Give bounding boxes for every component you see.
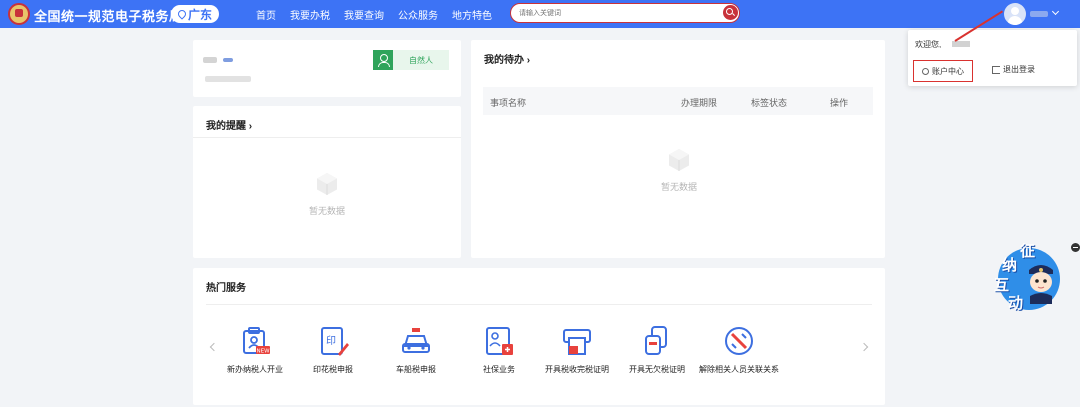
account-dropdown: 欢迎您, 账户中心 退出登录 xyxy=(908,30,1077,86)
service-stamp-tax[interactable]: 印 印花税申报 xyxy=(293,324,373,375)
empty-box-icon xyxy=(313,170,341,198)
site-title[interactable]: 全国统一规范电子税务局 xyxy=(34,6,183,25)
location-pin-icon xyxy=(176,8,188,20)
divider xyxy=(193,137,461,138)
welcome-text: 欢迎您, xyxy=(915,40,942,49)
top-header: 全国统一规范电子税务局 广东 首页 我要办税 我要查询 公众服务 地方特色 xyxy=(0,0,1080,28)
svg-text:印: 印 xyxy=(326,335,336,347)
no-arrears-icon xyxy=(640,324,674,358)
todo-empty: 暂无数据 xyxy=(659,146,699,193)
tax-certificate-icon xyxy=(560,324,594,358)
hot-services-panel: 热门服务 NEW 新办纳税人开业 印 印花税申报 车船税申报 社保业务 开具税收… xyxy=(193,268,885,405)
person-icon xyxy=(922,67,929,75)
region-label: 广东 xyxy=(187,7,212,22)
service-label: 印花税申报 xyxy=(313,365,353,374)
search-box xyxy=(510,3,740,23)
stamp-tax-icon: 印 xyxy=(316,324,350,358)
empty-box-icon xyxy=(665,146,693,174)
service-tax-certificate[interactable]: 开具税收完税证明 xyxy=(537,324,617,375)
col-action: 操作 xyxy=(830,98,849,108)
chevron-down-icon[interactable] xyxy=(1051,7,1060,16)
service-label: 新办纳税人开业 xyxy=(227,365,283,374)
search-icon[interactable] xyxy=(723,5,738,20)
person-icon xyxy=(373,50,393,70)
service-social-security[interactable]: 社保业务 xyxy=(459,324,539,375)
tax-bureau-logo[interactable] xyxy=(8,3,30,25)
hot-services-title: 热门服务 xyxy=(206,283,246,294)
service-label: 社保业务 xyxy=(483,365,515,374)
widget-char: 征 xyxy=(1020,243,1036,260)
account-center-button[interactable]: 账户中心 xyxy=(913,60,973,82)
nav-public-service[interactable]: 公众服务 xyxy=(398,7,438,22)
social-security-icon xyxy=(482,324,516,358)
officer-mascot-icon xyxy=(1026,260,1056,304)
account-center-label: 账户中心 xyxy=(932,66,964,76)
todo-table-header: 事项名称 办理期限 标签状态 操作 xyxy=(483,87,873,115)
widget-char: 动 xyxy=(1008,295,1024,312)
new-taxpayer-icon: NEW xyxy=(238,324,272,358)
logout-button[interactable]: 退出登录 xyxy=(992,64,1035,75)
widget-char: 互 xyxy=(994,277,1010,294)
widget-close-icon[interactable] xyxy=(1071,243,1080,252)
vehicle-tax-icon xyxy=(399,324,433,358)
service-no-arrears[interactable]: 开具无欠税证明 xyxy=(617,324,697,375)
empty-text: 暂无数据 xyxy=(660,182,697,192)
reminders-panel: 我的提醒 › 暂无数据 xyxy=(193,106,461,258)
taxpayer-type-badge[interactable]: 自然人 xyxy=(373,50,449,70)
service-label: 车船税申报 xyxy=(396,365,436,374)
todo-title[interactable]: 我的待办 › xyxy=(484,51,530,66)
service-vehicle-tax[interactable]: 车船税申报 xyxy=(376,324,456,375)
username-redacted[interactable] xyxy=(1030,11,1048,17)
service-label: 解除相关人员关联关系 xyxy=(699,365,779,374)
service-label: 开具无欠税证明 xyxy=(629,365,685,374)
col-item-name: 事项名称 xyxy=(490,98,527,108)
widget-char: 纳 xyxy=(1002,257,1018,274)
nav-query[interactable]: 我要查询 xyxy=(344,7,384,22)
reminders-empty: 暂无数据 xyxy=(307,170,347,217)
col-deadline: 办理期限 xyxy=(681,98,718,108)
taxpayer-type-label: 自然人 xyxy=(409,55,433,65)
svg-text:NEW: NEW xyxy=(256,349,270,355)
logout-icon xyxy=(992,65,1000,74)
nav-local-feature[interactable]: 地方特色 xyxy=(452,7,492,22)
user-avatar[interactable] xyxy=(1004,3,1026,25)
unlink-icon xyxy=(722,324,756,358)
main-nav: 首页 我要办税 我要查询 公众服务 地方特色 xyxy=(256,7,506,22)
region-selector[interactable]: 广东 xyxy=(171,5,219,23)
empty-text: 暂无数据 xyxy=(308,206,345,216)
service-unlink-relation[interactable]: 解除相关人员关联关系 xyxy=(699,324,779,375)
name-redacted xyxy=(203,57,217,63)
service-new-taxpayer[interactable]: NEW 新办纳税人开业 xyxy=(215,324,295,375)
verified-icon xyxy=(223,58,233,62)
search-input[interactable] xyxy=(519,7,709,19)
user-info-card: 自然人 xyxy=(193,40,461,97)
logout-label: 退出登录 xyxy=(1003,65,1035,74)
id-redacted xyxy=(205,76,251,82)
service-list: NEW 新办纳税人开业 印 印花税申报 车船税申报 社保业务 开具税收完税证明 … xyxy=(193,324,885,394)
reminders-title[interactable]: 我的提醒 › xyxy=(206,117,252,132)
nav-home[interactable]: 首页 xyxy=(256,7,276,22)
col-tag-status: 标签状态 xyxy=(751,98,788,108)
nav-do-tax[interactable]: 我要办税 xyxy=(290,7,330,22)
tax-interaction-widget[interactable]: 征 纳 互 动 xyxy=(990,238,1070,314)
todo-panel: 我的待办 › 事项名称 办理期限 标签状态 操作 暂无数据 xyxy=(471,40,885,258)
divider xyxy=(206,304,872,305)
service-label: 开具税收完税证明 xyxy=(545,365,609,374)
